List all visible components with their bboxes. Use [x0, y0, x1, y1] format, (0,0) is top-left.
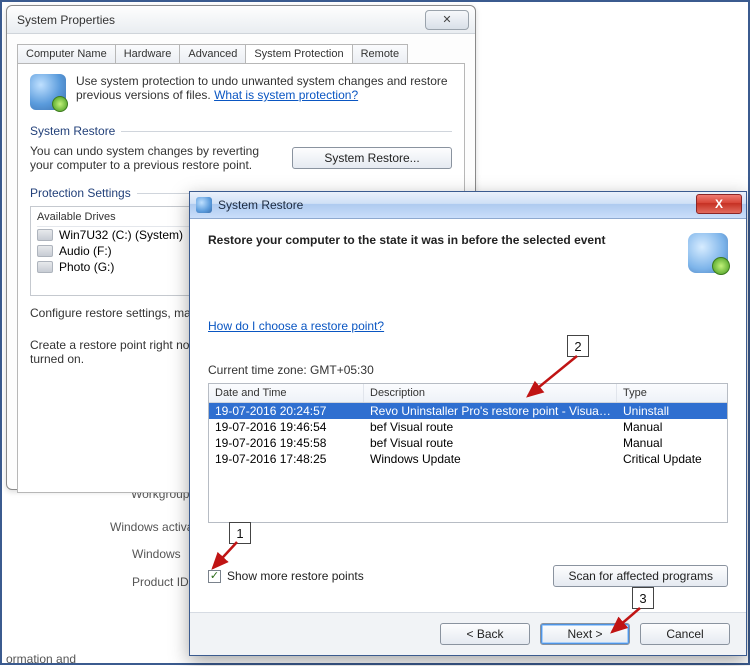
drive-icon	[37, 261, 53, 273]
group-protection-settings-label: Protection Settings	[30, 186, 131, 200]
what-is-system-protection-link[interactable]: What is system protection?	[214, 88, 358, 102]
cancel-button[interactable]: Cancel	[640, 623, 730, 645]
callout-1: 1	[229, 522, 251, 544]
table-row[interactable]: 19-07-2016 17:48:25Windows UpdateCritica…	[209, 451, 727, 467]
scan-for-affected-programs-button[interactable]: Scan for affected programs	[553, 565, 728, 587]
drive-icon	[37, 229, 53, 241]
bg-label-productid: Product ID	[132, 575, 189, 589]
col-description[interactable]: Description	[364, 384, 617, 402]
cell-date: 19-07-2016 19:46:54	[209, 419, 364, 435]
tab-advanced[interactable]: Advanced	[179, 44, 246, 63]
cell-type: Manual	[617, 419, 727, 435]
cell-type: Uninstall	[617, 403, 727, 419]
group-system-restore-label: System Restore	[30, 124, 115, 138]
restore-points-table[interactable]: Date and Time Description Type 19-07-201…	[208, 383, 728, 523]
cell-date: 19-07-2016 19:45:58	[209, 435, 364, 451]
system-restore-titlebar[interactable]: System Restore X	[190, 192, 746, 219]
checkbox-box: ✓	[208, 570, 221, 583]
tab-computer-name[interactable]: Computer Name	[17, 44, 116, 63]
tab-hardware[interactable]: Hardware	[115, 44, 181, 63]
system-restore-titleicon	[196, 197, 212, 213]
wizard-button-bar: < Back Next > Cancel	[190, 612, 746, 655]
restore-heading: Restore your computer to the state it wa…	[208, 233, 688, 247]
next-button[interactable]: Next >	[540, 623, 630, 645]
cell-type: Manual	[617, 435, 727, 451]
tab-system-protection[interactable]: System Protection	[245, 44, 352, 63]
col-type[interactable]: Type	[617, 384, 727, 402]
drive-label: Win7U32 (C:) (System)	[59, 228, 183, 242]
system-properties-titlebar[interactable]: System Properties ✕	[7, 6, 475, 34]
cell-description: Windows Update	[364, 451, 617, 467]
table-header-row: Date and Time Description Type	[209, 384, 727, 403]
tab-remote[interactable]: Remote	[352, 44, 409, 63]
show-more-restore-points-checkbox[interactable]: ✓ Show more restore points	[208, 569, 364, 583]
close-button[interactable]: ✕	[425, 10, 469, 30]
back-button[interactable]: < Back	[440, 623, 530, 645]
system-restore-title: System Restore	[218, 198, 696, 212]
table-row[interactable]: 19-07-2016 19:45:58bef Visual routeManua…	[209, 435, 727, 451]
table-row[interactable]: 19-07-2016 19:46:54bef Visual routeManua…	[209, 419, 727, 435]
choose-restore-point-link[interactable]: How do I choose a restore point?	[208, 319, 384, 333]
callout-3: 3	[632, 587, 654, 609]
cell-date: 19-07-2016 20:24:57	[209, 403, 364, 419]
drive-icon	[37, 245, 53, 257]
system-restore-desc: You can undo system changes by reverting…	[30, 144, 282, 172]
drive-label: Audio (F:)	[59, 244, 112, 258]
bg-label-bottom: ormation and	[6, 652, 76, 666]
system-properties-title: System Properties	[13, 13, 425, 27]
close-button[interactable]: X	[696, 194, 742, 214]
cell-description: Revo Uninstaller Pro's restore point - V…	[364, 403, 617, 419]
group-system-restore: System Restore	[30, 124, 452, 138]
restore-icon	[688, 233, 728, 273]
drive-label: Photo (G:)	[59, 260, 114, 274]
show-more-label: Show more restore points	[227, 569, 364, 583]
col-date[interactable]: Date and Time	[209, 384, 364, 402]
cell-description: bef Visual route	[364, 435, 617, 451]
table-row[interactable]: 19-07-2016 20:24:57Revo Uninstaller Pro'…	[209, 403, 727, 419]
callout-2: 2	[567, 335, 589, 357]
tabstrip: Computer Name Hardware Advanced System P…	[7, 34, 475, 63]
system-restore-button[interactable]: System Restore...	[292, 147, 452, 169]
cell-date: 19-07-2016 17:48:25	[209, 451, 364, 467]
cell-description: bef Visual route	[364, 419, 617, 435]
timezone-label: Current time zone: GMT+05:30	[208, 363, 728, 377]
cell-type: Critical Update	[617, 451, 727, 467]
system-restore-dialog: System Restore X Restore your computer t…	[189, 191, 747, 656]
bg-label-windows: Windows	[132, 547, 181, 561]
system-protection-icon	[30, 74, 66, 110]
